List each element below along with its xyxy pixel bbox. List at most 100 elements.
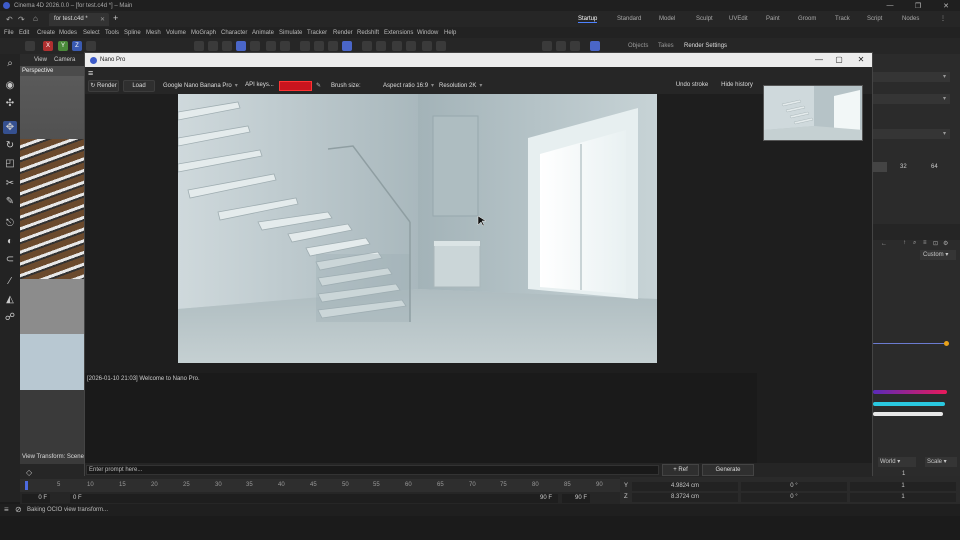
menu-tracker[interactable]: Tracker [307,30,327,36]
resolution-dropdown[interactable]: Resolution 2K ▾ [436,80,486,92]
home-icon[interactable]: ⌂ [33,14,38,23]
frame-range-slider[interactable]: 0 F 90 F [70,494,558,503]
workplane-icon[interactable] [362,41,372,51]
sculpt-icon[interactable]: ☍ [3,311,17,324]
nav-up-icon[interactable]: ↑ [903,240,906,246]
filter-icon[interactable]: ≡ [923,240,927,246]
tab-render-settings[interactable]: Render Settings [684,43,727,49]
custom-dropdown[interactable]: Custom ▾ [920,250,956,260]
y-position-field[interactable]: 4.9824 cm [632,482,738,491]
brush-icon[interactable]: ⁄ [3,275,17,288]
menu-mesh[interactable]: Mesh [146,30,161,36]
maximize-icon[interactable]: ❐ [904,0,932,11]
lock-icon[interactable]: ⊡ [933,240,938,247]
api-keys-button[interactable]: API keys... [243,80,276,92]
menu-extensions[interactable]: Extensions [384,30,413,36]
search-attr-icon[interactable]: ⌕ [913,240,916,247]
menu-render[interactable]: Render [333,30,353,36]
end-frame-field[interactable]: 90 F [562,494,590,503]
viewport-menu-view[interactable]: View [34,57,47,63]
magnet-icon[interactable]: ⊂ [3,253,17,266]
timeline-ruler[interactable] [20,479,620,492]
z-position-field[interactable]: 8.3724 cm [632,493,738,502]
value-64[interactable]: 64 [931,164,938,170]
scale-dropdown[interactable]: Scale ▾ [925,457,957,467]
menu-window[interactable]: Window [417,30,438,36]
prompt-input[interactable]: Enter prompt here... [86,465,659,475]
menu-redshift[interactable]: Redshift [357,30,379,36]
layout-tab-startup[interactable]: Startup [578,16,598,23]
model-mode-icon[interactable] [236,41,246,51]
menu-modes[interactable]: Modes [59,30,77,36]
undo-stroke-button[interactable]: Undo stroke [672,80,712,92]
z-axis-lock-icon[interactable]: Z [72,41,82,51]
uv-mode-icon[interactable] [314,41,324,51]
transform-icon[interactable]: ✣ [3,97,17,110]
history-thumbnail[interactable] [763,85,863,141]
new-tab-icon[interactable]: + [113,13,118,23]
more-menu-icon[interactable]: ⋮ [940,15,946,22]
layout-tab-paint[interactable]: Paint [766,16,780,22]
lock-workplane-icon[interactable] [392,41,402,51]
y-axis-lock-icon[interactable]: Y [58,41,68,51]
render-settings-icon[interactable] [222,41,232,51]
menu-tools[interactable]: Tools [105,30,119,36]
3d-viewport[interactable]: View Camera Perspective View Transform: … [20,54,84,464]
slider-line[interactable] [873,343,947,344]
menu-file[interactable]: File [4,30,14,36]
layout-tab-sculpt[interactable]: Sculpt [696,16,713,22]
viewport-solo-icon[interactable] [422,41,432,51]
render-picture-icon[interactable] [208,41,218,51]
generate-button[interactable]: Generate [702,464,754,476]
dialog-close-icon[interactable]: ✕ [849,53,873,67]
menu-spline[interactable]: Spline [124,30,141,36]
layout-tab-groom[interactable]: Groom [798,16,816,22]
z-scale-field[interactable]: 1 [850,493,956,502]
playhead[interactable] [25,481,28,490]
document-tab[interactable]: for test.c4d * ✕ [49,13,109,26]
hamburger-menu-icon[interactable]: ≡ [4,505,9,514]
value-32[interactable]: 32 [900,164,907,170]
hide-history-button[interactable]: Hide history [717,80,757,92]
polygons-mode-icon[interactable] [300,41,310,51]
tab-takes[interactable]: Takes [658,43,674,49]
menu-character[interactable]: Character [221,30,247,36]
bevel-icon[interactable]: ◐ [3,235,17,248]
texture-mode-icon[interactable] [250,41,260,51]
model-dropdown[interactable]: Google Nano Banana Pro ▾ [160,80,240,92]
close-tab-icon[interactable]: ✕ [100,16,105,23]
axis-icon[interactable] [406,41,416,51]
dialog-maximize-icon[interactable]: ▢ [827,53,851,67]
menu-simulate[interactable]: Simulate [279,30,302,36]
settings-icon[interactable]: ⚙ [943,240,948,247]
z-rotation-field[interactable]: 0 ° [741,493,847,502]
menu-mograph[interactable]: MoGraph [191,30,216,36]
redshift-icon[interactable] [590,41,600,51]
layout-tab-track[interactable]: Track [835,16,850,22]
python-icon[interactable] [436,41,446,51]
rotate-tool-icon[interactable]: ↻ [3,139,17,152]
solo-icon[interactable] [328,41,338,51]
search-icon[interactable]: ⌕ [3,57,17,70]
keyframe-icon[interactable]: ◇ [26,468,32,477]
layout-tab-nodes[interactable]: Nodes [902,16,919,22]
render-button[interactable]: ↻ Render [88,80,119,92]
menu-animate[interactable]: Animate [252,30,274,36]
render-view-icon[interactable] [194,41,204,51]
extrude-icon[interactable]: ⎋ [3,217,17,230]
menu-edit[interactable]: Edit [19,30,29,36]
brush-size-dropdown[interactable]: Brush size: 10p▾ [328,80,378,101]
gradient-bar-magenta[interactable] [873,390,947,394]
close-icon[interactable]: ✕ [932,0,960,11]
layout-tab-uvedit[interactable]: UVEdit [729,16,748,22]
gradient-bar-white[interactable] [873,412,943,416]
dialog-titlebar[interactable]: Nano Pro [85,53,872,67]
load-button[interactable]: Load [123,80,155,92]
grid-icon[interactable] [376,41,386,51]
interactive-render-icon[interactable] [570,41,580,51]
render-canvas[interactable] [178,94,657,363]
redo-icon[interactable]: ↷ [18,15,25,24]
gradient-bar-cyan[interactable] [873,402,945,406]
paint-icon[interactable]: ◭ [3,293,17,306]
snap-icon[interactable] [86,41,96,51]
